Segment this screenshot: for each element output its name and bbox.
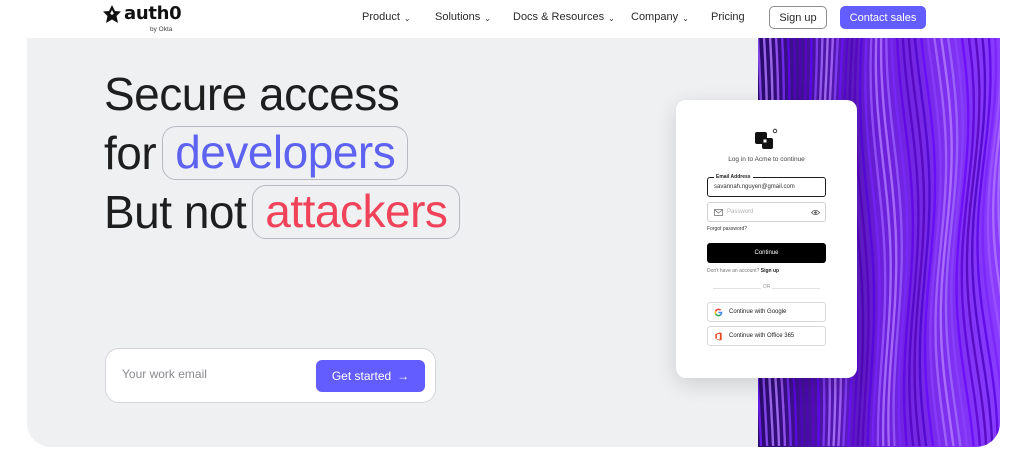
logo-byline: by Okta — [150, 26, 173, 33]
chevron-down-icon: ⌄ — [608, 13, 615, 23]
headline-line-2: for developers — [104, 126, 409, 180]
forgot-password-link[interactable]: Forgot password? — [707, 226, 747, 232]
office365-icon — [715, 331, 722, 341]
headline-line-3: But not attackers — [104, 185, 461, 239]
nav-item-company[interactable]: Company ⌄ — [631, 11, 689, 23]
or-label: OR — [762, 284, 771, 290]
nav-item-docs-resources[interactable]: Docs & Resources ⌄ — [513, 11, 615, 23]
highlight-developers: developers — [162, 126, 409, 180]
nav-item-product[interactable]: Product ⌄ — [362, 11, 411, 23]
nav-item-label: Company — [631, 11, 679, 23]
nav-item-label: Pricing — [711, 11, 745, 23]
eye-icon[interactable] — [811, 209, 820, 216]
password-placeholder: Password — [727, 209, 754, 215]
email-signup-form: Get started → — [105, 348, 436, 403]
nav-item-label: Solutions — [435, 11, 481, 23]
auth0-logo[interactable]: auth0 by Okta — [102, 3, 182, 33]
google-icon — [714, 308, 723, 316]
get-started-label: Get started — [331, 369, 392, 383]
login-card-preview: Log in to Acme to continue Email Address… — [676, 100, 857, 378]
nav-item-label: Product — [362, 11, 400, 23]
get-started-button[interactable]: Get started → — [316, 360, 425, 392]
card-signup-link[interactable]: Sign up — [761, 268, 779, 274]
login-title: Log in to Acme to continue — [728, 156, 805, 163]
google-label: Continue with Google — [729, 309, 787, 315]
mail-icon — [714, 209, 723, 216]
auth0-shield-icon — [103, 5, 121, 23]
continue-with-office365-button[interactable]: Continue with Office 365 — [707, 326, 826, 346]
headline-text: But not — [104, 186, 247, 238]
acme-logo-icon — [755, 128, 778, 149]
continue-button[interactable]: Continue — [707, 243, 826, 263]
email-field-label: Email Address — [714, 174, 753, 181]
chevron-down-icon: ⌄ — [403, 13, 411, 23]
nav-item-solutions[interactable]: Solutions ⌄ — [435, 11, 491, 23]
nav-item-pricing[interactable]: Pricing — [711, 11, 745, 23]
email-field-value: savannah.nguyen@gmail.com — [714, 184, 795, 190]
or-divider: OR — [707, 284, 826, 292]
headline-line-1: Secure access — [104, 68, 400, 120]
chevron-down-icon: ⌄ — [484, 13, 491, 23]
top-navigation: auth0 by Okta Product ⌄ Solutions ⌄ Docs… — [0, 0, 1024, 38]
no-account-label: Don't have an account? — [707, 268, 760, 274]
logo-wordmark: auth0 — [124, 3, 182, 24]
password-field[interactable]: Password — [707, 202, 826, 222]
headline-text: for — [104, 127, 157, 179]
highlight-attackers: attackers — [252, 185, 461, 239]
continue-with-google-button[interactable]: Continue with Google — [707, 302, 826, 322]
contact-sales-button[interactable]: Contact sales — [840, 6, 926, 29]
no-account-text: Don't have an account? Sign up — [707, 268, 779, 274]
arrow-right-icon: → — [397, 369, 410, 383]
headline-text: Secure access — [104, 68, 400, 120]
nav-item-label: Docs & Resources — [513, 11, 605, 23]
work-email-input[interactable] — [122, 367, 302, 381]
office365-label: Continue with Office 365 — [729, 333, 795, 339]
signup-button[interactable]: Sign up — [769, 6, 827, 29]
chevron-down-icon: ⌄ — [682, 13, 689, 23]
email-address-field[interactable]: Email Address savannah.nguyen@gmail.com — [707, 174, 826, 197]
